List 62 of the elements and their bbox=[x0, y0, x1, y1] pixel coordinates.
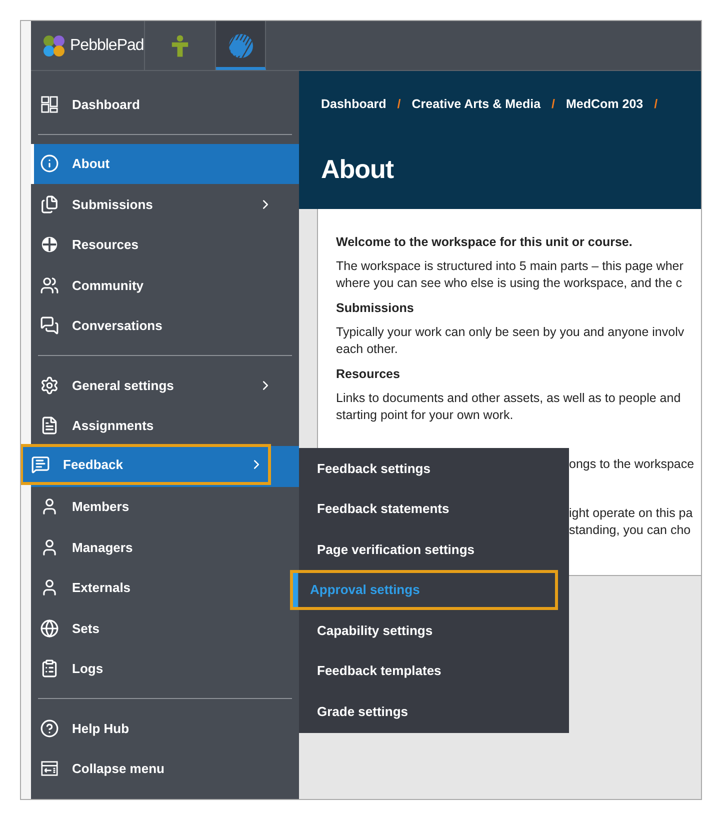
user-icon bbox=[40, 578, 59, 598]
sidebar-item[interactable]: About bbox=[31, 144, 299, 184]
breadcrumb-separator: / bbox=[552, 96, 556, 113]
logo-text: PebblePad bbox=[70, 36, 144, 56]
settings-icon bbox=[40, 376, 59, 395]
paragraph-line: where you can see who else is using the workspace, and the c bbox=[336, 275, 684, 292]
app-tab[interactable] bbox=[216, 21, 266, 70]
breadcrumb-link[interactable]: Creative Arts & Media bbox=[412, 95, 541, 114]
message-icon bbox=[31, 454, 50, 474]
submenu-item[interactable]: Capability settings bbox=[299, 610, 569, 650]
dashboard-icon bbox=[40, 94, 59, 114]
collapse-icon bbox=[40, 759, 59, 778]
user-icon bbox=[40, 538, 59, 557]
breadcrumb-separator: / bbox=[654, 96, 658, 113]
section-heading: Resources bbox=[336, 366, 401, 383]
user-icon bbox=[40, 497, 59, 516]
paragraph-line: ight operate on this pa bbox=[569, 505, 694, 522]
document-icon bbox=[40, 416, 59, 436]
sidebar-item[interactable]: General settings bbox=[31, 365, 299, 406]
submenu-item[interactable]: Page verification settings bbox=[299, 529, 569, 570]
clipboard-icon bbox=[40, 659, 59, 678]
person-icon bbox=[171, 34, 189, 56]
chat-bubbles-icon bbox=[40, 316, 59, 336]
paragraph-line: each other. bbox=[336, 341, 399, 358]
breadcrumb-separator: / bbox=[397, 96, 401, 113]
paragraph-line: The workspace is structured into 5 main parts – this page wher bbox=[336, 258, 684, 275]
sidebar-item[interactable]: Dashboard bbox=[31, 84, 299, 124]
striped-circle-icon bbox=[228, 34, 252, 58]
sidebar-item[interactable]: Resources bbox=[31, 224, 299, 265]
breadcrumb-link[interactable]: Dashboard bbox=[321, 95, 386, 114]
sidebar-item[interactable]: Feedback bbox=[21, 444, 271, 484]
submenu-item[interactable]: Approval settings bbox=[290, 570, 558, 610]
section-heading: Submissions bbox=[336, 300, 415, 317]
info-icon bbox=[40, 154, 59, 174]
sidebar-item[interactable]: Assignments bbox=[31, 406, 299, 446]
submenu-item[interactable]: Feedback settings bbox=[299, 448, 569, 488]
section-heading: Welcome to the workspace for this unit or course. bbox=[336, 234, 634, 251]
sidebar-item[interactable]: Submissions bbox=[31, 184, 299, 224]
submenu-item[interactable]: Feedback templates bbox=[299, 650, 569, 691]
sidebar-item[interactable]: Sets bbox=[31, 608, 299, 648]
breadcrumb-link[interactable]: MedCom 203 bbox=[566, 95, 644, 114]
paragraph-line: ongs to the workspace bbox=[569, 456, 696, 473]
paragraph-line: Links to documents and other assets, as well as to people and bbox=[336, 390, 682, 407]
paragraph-line: standing, you can cho bbox=[569, 522, 692, 539]
sidebar-item[interactable]: Conversations bbox=[31, 306, 299, 346]
help-icon bbox=[40, 718, 59, 738]
paragraph-line: starting point for your own work. bbox=[336, 407, 514, 424]
globe-icon bbox=[40, 618, 59, 638]
sidebar-item[interactable]: Managers bbox=[31, 527, 299, 568]
sidebar-item[interactable]: Help Hub bbox=[31, 708, 299, 748]
submenu-item[interactable]: Feedback statements bbox=[299, 488, 569, 529]
sidebar-item[interactable]: Members bbox=[31, 486, 299, 527]
sidebar-item[interactable]: Community bbox=[31, 265, 299, 306]
submenu-item[interactable]: Grade settings bbox=[299, 691, 569, 732]
people-icon bbox=[40, 276, 59, 295]
documents-icon bbox=[40, 194, 59, 214]
sidebar-item[interactable]: Collapse menu bbox=[31, 748, 299, 789]
logo-icon bbox=[42, 34, 66, 58]
sidebar-item[interactable]: Logs bbox=[31, 648, 299, 689]
crosshair-circle-icon bbox=[40, 235, 59, 254]
page-title: About bbox=[321, 152, 395, 186]
paragraph-line: Typically your work can only be seen by you and anyone involv bbox=[336, 324, 686, 341]
